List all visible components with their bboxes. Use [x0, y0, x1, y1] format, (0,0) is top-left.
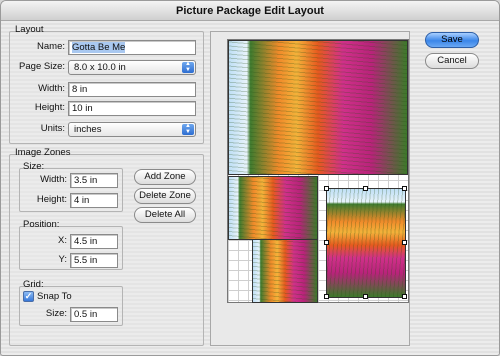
tulip-photo	[327, 189, 405, 297]
resize-handle[interactable]	[324, 240, 329, 245]
resize-handle[interactable]	[402, 294, 407, 299]
name-label: Name:	[37, 41, 65, 52]
page-size-label: Page Size:	[19, 61, 65, 72]
units-label: Units:	[40, 123, 65, 134]
zone-width-field[interactable]: 3.5 in	[70, 173, 118, 188]
y-label: Y:	[58, 254, 67, 265]
x-label: X:	[58, 235, 67, 246]
window-title: Picture Package Edit Layout	[1, 1, 499, 21]
add-zone-button[interactable]: Add Zone	[134, 169, 196, 185]
position-subgroup-label: Position:	[23, 219, 60, 230]
y-field[interactable]: 5.5 in	[70, 253, 118, 268]
x-field[interactable]: 4.5 in	[70, 234, 118, 249]
height-field[interactable]: 10 in	[68, 101, 196, 116]
dialog-window: Picture Package Edit Layout Layout Name:…	[0, 0, 500, 356]
resize-handle[interactable]	[324, 294, 329, 299]
resize-handle[interactable]	[363, 294, 368, 299]
resize-handle[interactable]	[402, 240, 407, 245]
image-zones-group-label: Image Zones	[15, 147, 71, 158]
width-label: Width:	[38, 83, 65, 94]
zone-height-field[interactable]: 4 in	[70, 193, 118, 208]
tulip-photo	[253, 240, 317, 302]
image-zone[interactable]	[228, 176, 318, 240]
resize-handle[interactable]	[402, 186, 407, 191]
units-select[interactable]: inches ▲ ▼	[68, 122, 196, 137]
updown-arrows-icon: ▲ ▼	[182, 123, 194, 135]
resize-handle[interactable]	[363, 186, 368, 191]
snap-to-label: Snap To	[37, 291, 72, 302]
grid-size-label: Size:	[45, 308, 67, 319]
size-subgroup-label: Size:	[23, 161, 45, 172]
cancel-button[interactable]: Cancel	[425, 53, 479, 69]
name-field[interactable]: Gotta Be Me	[68, 40, 196, 55]
image-zone-selected[interactable]	[326, 188, 406, 298]
page-size-value: 8.0 x 10.0 in	[74, 62, 126, 73]
save-button[interactable]: Save	[425, 32, 479, 48]
resize-handle[interactable]	[324, 186, 329, 191]
checkmark-icon: ✓	[24, 291, 33, 301]
image-zone[interactable]	[252, 239, 318, 303]
zone-width-label: Width:	[40, 174, 67, 185]
name-value: Gotta Be Me	[72, 42, 126, 53]
height-label: Height:	[34, 102, 65, 113]
preview-page[interactable]	[227, 39, 409, 303]
image-zone[interactable]	[228, 40, 408, 175]
tulip-photo	[229, 41, 407, 174]
page-size-select[interactable]: 8.0 x 10.0 in ▲ ▼	[68, 60, 196, 75]
units-value: inches	[74, 124, 102, 135]
zone-height-label: Height:	[36, 194, 67, 205]
tulip-photo	[229, 177, 317, 239]
grid-size-field[interactable]: 0.5 in	[70, 307, 118, 322]
updown-arrows-icon: ▲ ▼	[182, 61, 194, 73]
width-field[interactable]: 8 in	[68, 82, 196, 97]
delete-zone-button[interactable]: Delete Zone	[134, 188, 196, 204]
grid-subgroup-label: Grid:	[23, 279, 44, 290]
layout-group-label: Layout	[15, 24, 44, 35]
delete-all-button[interactable]: Delete All	[134, 207, 196, 223]
snap-to-checkbox[interactable]: ✓	[23, 291, 34, 302]
